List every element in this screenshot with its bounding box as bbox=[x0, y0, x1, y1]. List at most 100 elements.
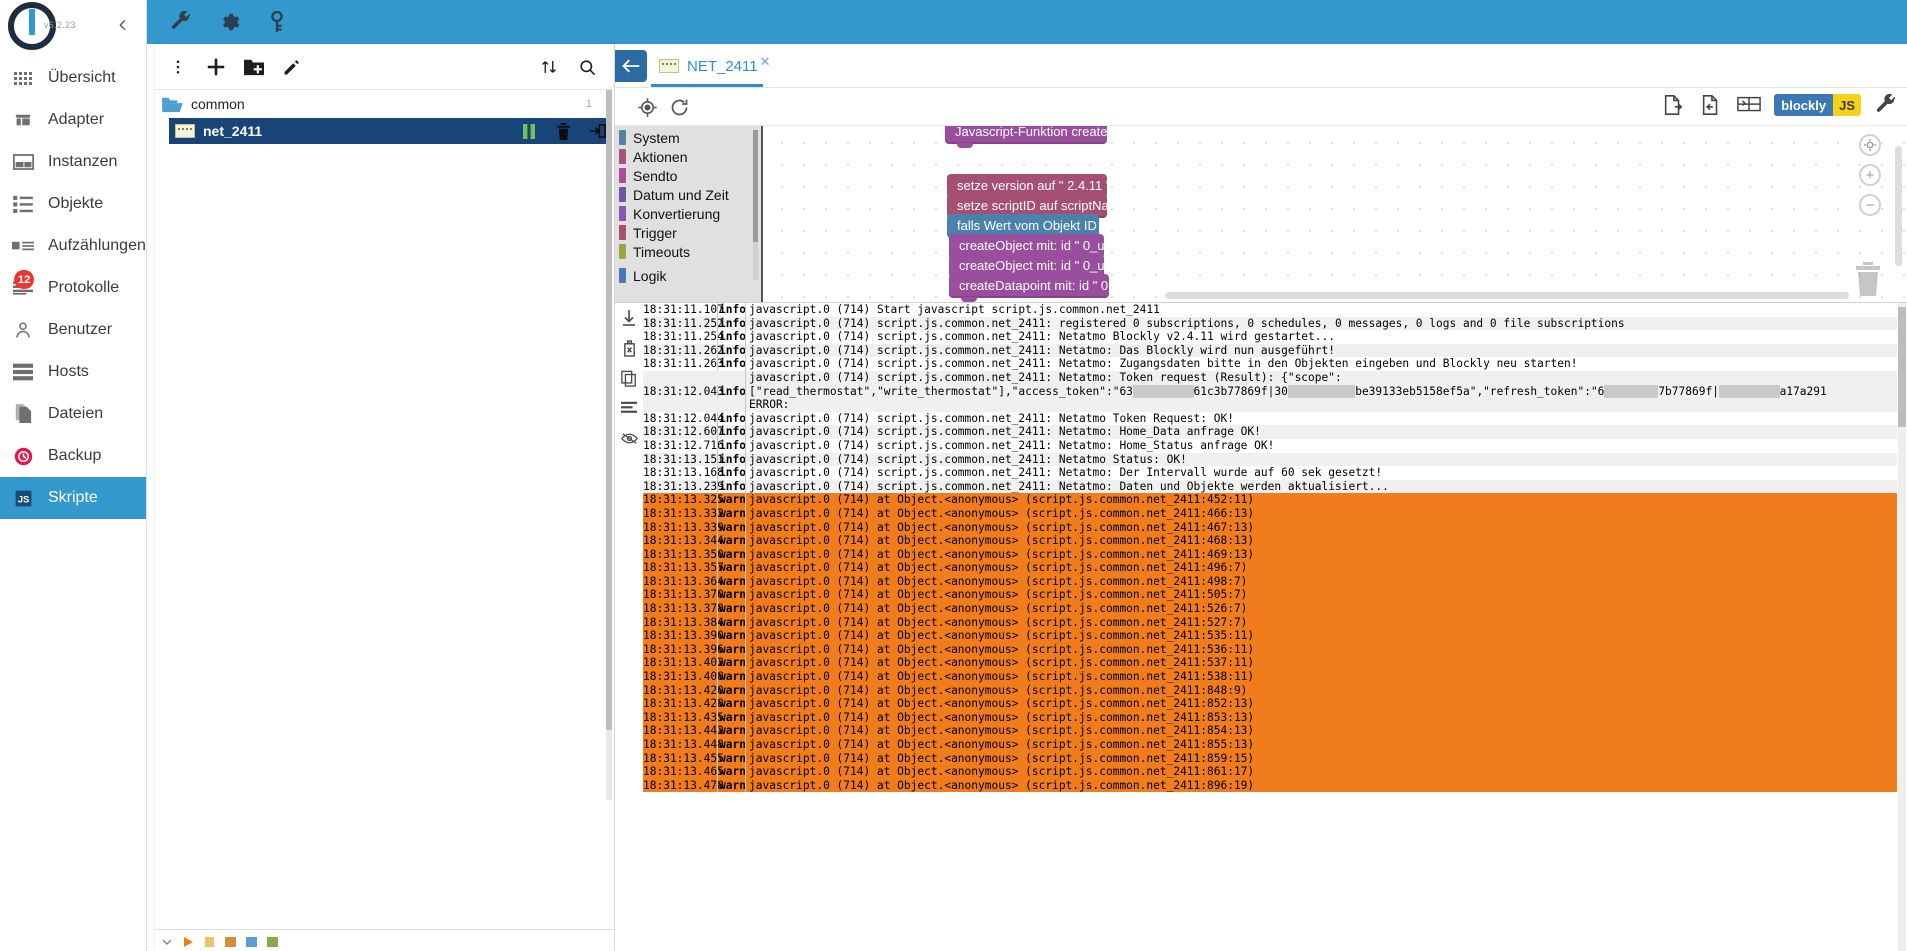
reload-icon[interactable] bbox=[665, 93, 693, 121]
editor-tab-net2411[interactable]: NET_2411 ✕ bbox=[653, 44, 777, 88]
log-row[interactable]: 18:31:13.478 warn javascript.0 (714) at Ob… bbox=[643, 778, 1897, 793]
blockly-canvas[interactable]: Javascript-Funktion createD... setze ver… bbox=[765, 126, 1907, 302]
toolbox-category-system[interactable]: System bbox=[615, 128, 761, 147]
log-row[interactable]: 18:31:13.435 warn javascript.0 (714) at Ob… bbox=[643, 710, 1897, 725]
log-row[interactable]: 18:31:12.607 info javascript.0 (714) scrip… bbox=[643, 425, 1897, 439]
filter-blockly-icon[interactable] bbox=[245, 935, 258, 947]
log-row[interactable]: ERROR: bbox=[643, 398, 1897, 412]
sidebar-item-protokolle[interactable]: 12 Protokolle bbox=[0, 267, 146, 309]
sidebar-collapse-button[interactable] bbox=[110, 12, 136, 38]
edit-icon[interactable] bbox=[273, 48, 311, 86]
sidebar-item-instanzen[interactable]: Instanzen bbox=[0, 141, 146, 183]
sidebar-item-objekte[interactable]: Objekte bbox=[0, 183, 146, 225]
export-icon[interactable] bbox=[1660, 92, 1686, 118]
open-icon[interactable] bbox=[588, 122, 606, 140]
log-row[interactable]: 18:31:13.339 warn javascript.0 (714) at Ob… bbox=[643, 520, 1897, 535]
toolbox-category-trigger[interactable]: Trigger bbox=[615, 223, 761, 242]
tree-script-net2411[interactable]: net_2411 bbox=[169, 118, 612, 144]
log-row[interactable]: 18:31:13.344 warn javascript.0 (714) at Ob… bbox=[643, 534, 1897, 548]
log-row[interactable]: 18:31:13.408 warn javascript.0 (714) at Ob… bbox=[643, 670, 1897, 684]
block-createdatapoint[interactable]: createDatapoint mit: id " 0... bbox=[949, 274, 1119, 302]
blockly-js-toggle[interactable]: blockly JS bbox=[1774, 94, 1861, 116]
log-row[interactable]: 18:31:11.263 info javascript.0 (714) scrip… bbox=[643, 357, 1897, 371]
sidebar-item-hosts[interactable]: Hosts bbox=[0, 351, 146, 393]
toolbox-category-datum-und-zeit[interactable]: Datum und Zeit bbox=[615, 185, 761, 204]
log-row[interactable]: 18:31:13.332 warn javascript.0 (714) at Ob… bbox=[643, 506, 1897, 521]
log-row[interactable]: 18:31:13.325 warn javascript.0 (714) at Ob… bbox=[643, 493, 1897, 507]
search-icon[interactable] bbox=[568, 48, 606, 86]
log-row[interactable]: javascript.0 (714) script.js.common.net_… bbox=[643, 370, 1897, 385]
toolbox-category-timeouts[interactable]: Timeouts bbox=[615, 242, 761, 261]
log-row-token[interactable]: 18:31:12.043 info ["read_thermostat","wr… bbox=[643, 384, 1897, 399]
zoom-out-icon[interactable]: − bbox=[1859, 194, 1881, 216]
log-row[interactable]: 18:31:13.168 info javascript.0 (714) scrip… bbox=[643, 466, 1897, 480]
log-row[interactable]: 18:31:13.442 warn javascript.0 (714) at Ob… bbox=[643, 724, 1897, 738]
add-script-icon[interactable] bbox=[197, 48, 235, 86]
toolbox-category-aktionen[interactable]: Aktionen bbox=[615, 147, 761, 166]
log-row[interactable]: 18:31:13.428 warn javascript.0 (714) at Ob… bbox=[643, 697, 1897, 711]
sort-icon[interactable] bbox=[530, 48, 568, 86]
sidebar-item-adapter[interactable]: Adapter bbox=[0, 99, 146, 141]
import-icon[interactable] bbox=[1698, 92, 1724, 118]
center-target-icon[interactable] bbox=[633, 93, 661, 121]
list-icon[interactable] bbox=[615, 393, 643, 423]
tree-scrollbar[interactable] bbox=[606, 90, 612, 800]
log-row[interactable]: 18:31:13.390 warn javascript.0 (714) at Ob… bbox=[643, 629, 1897, 643]
sidebar-item-backup[interactable]: Backup bbox=[0, 435, 146, 477]
gear-icon[interactable] bbox=[215, 8, 243, 36]
stop-icon[interactable] bbox=[203, 935, 216, 947]
trash-icon[interactable] bbox=[1853, 262, 1883, 296]
zoom-in-icon[interactable]: + bbox=[1859, 164, 1881, 186]
delete-icon[interactable] bbox=[554, 122, 572, 140]
log-row[interactable]: 18:31:13.448 warn javascript.0 (714) at Ob… bbox=[643, 738, 1897, 752]
sidebar-item-uebersicht[interactable]: Übersicht bbox=[0, 57, 146, 99]
settings-icon[interactable] bbox=[1873, 92, 1899, 118]
hide-icon[interactable] bbox=[615, 423, 643, 453]
wrench-icon[interactable] bbox=[167, 8, 195, 36]
block-javascript-function[interactable]: Javascript-Funktion createD... bbox=[945, 126, 1128, 148]
back-button[interactable] bbox=[615, 50, 647, 82]
expand-all-icon[interactable] bbox=[161, 935, 174, 947]
center-icon[interactable] bbox=[1859, 134, 1881, 156]
log-row[interactable]: 18:31:13.384 warn javascript.0 (714) at Ob… bbox=[643, 615, 1897, 630]
log-rows-container[interactable]: 18:31:11.107 info javascript.0 (714) Start… bbox=[643, 303, 1897, 951]
clear-icon[interactable] bbox=[615, 333, 643, 363]
log-row[interactable]: 18:31:13.357 warn javascript.0 (714) at Ob… bbox=[643, 561, 1897, 575]
close-icon[interactable]: ✕ bbox=[760, 54, 771, 70]
download-icon[interactable] bbox=[615, 303, 643, 333]
sidebar-item-aufzaehlungen[interactable]: Aufzählungen bbox=[0, 225, 146, 267]
log-scrollbar[interactable] bbox=[1898, 303, 1906, 951]
copy-icon[interactable] bbox=[615, 363, 643, 393]
log-row[interactable]: 18:31:13.378 warn javascript.0 (714) at Ob… bbox=[643, 602, 1897, 616]
log-row[interactable]: 18:31:13.370 warn javascript.0 (714) at Ob… bbox=[643, 588, 1897, 603]
key-icon[interactable] bbox=[263, 8, 291, 36]
sidebar-item-benutzer[interactable]: Benutzer bbox=[0, 309, 146, 351]
log-row[interactable]: 18:31:13.402 warn javascript.0 (714) at Ob… bbox=[643, 656, 1897, 671]
sidebar-item-dateien[interactable]: Dateien bbox=[0, 393, 146, 435]
log-row[interactable]: 18:31:13.420 warn javascript.0 (714) at Ob… bbox=[643, 683, 1897, 698]
run-icon[interactable] bbox=[182, 935, 195, 947]
log-row[interactable]: 18:31:13.455 warn javascript.0 (714) at Ob… bbox=[643, 751, 1897, 766]
canvas-horizontal-scrollbar[interactable] bbox=[1165, 292, 1849, 299]
log-row[interactable]: 18:31:13.151 info javascript.0 (714) scrip… bbox=[643, 452, 1897, 467]
log-row[interactable]: 18:31:11.252 info javascript.0 (714) scrip… bbox=[643, 316, 1897, 331]
toolbox-category-konvertierung[interactable]: Konvertierung bbox=[615, 204, 761, 223]
canvas-vertical-scrollbar[interactable] bbox=[1895, 146, 1902, 266]
toolbox-category-sendto[interactable]: Sendto bbox=[615, 166, 761, 185]
toolbox-category-logik[interactable]: Logik bbox=[615, 266, 761, 285]
filter-rules-icon[interactable] bbox=[266, 935, 279, 947]
log-row[interactable]: 18:31:13.239 info javascript.0 (714) scrip… bbox=[643, 479, 1897, 494]
more-vert-icon[interactable] bbox=[159, 48, 197, 86]
toolbox-scrollbar[interactable] bbox=[753, 130, 758, 280]
pause-icon[interactable] bbox=[520, 122, 538, 140]
log-row[interactable]: 18:31:13.465 warn javascript.0 (714) at Ob… bbox=[643, 765, 1897, 779]
sidebar-item-skripte[interactable]: JS Skripte bbox=[0, 477, 146, 519]
log-row[interactable]: 18:31:12.044 info javascript.0 (714) scrip… bbox=[643, 411, 1897, 426]
flag-icon[interactable] bbox=[1736, 92, 1762, 118]
log-row[interactable]: 18:31:11.254 info javascript.0 (714) scrip… bbox=[643, 330, 1897, 344]
log-row[interactable]: 18:31:13.364 warn javascript.0 (714) at Ob… bbox=[643, 574, 1897, 589]
log-row[interactable]: 18:31:13.396 warn javascript.0 (714) at Ob… bbox=[643, 642, 1897, 657]
log-row[interactable]: 18:31:11.262 info javascript.0 (714) scrip… bbox=[643, 343, 1897, 358]
log-row[interactable]: 18:31:13.350 warn javascript.0 (714) at Ob… bbox=[643, 547, 1897, 562]
tree-folder-common[interactable]: common 1 bbox=[155, 90, 614, 118]
